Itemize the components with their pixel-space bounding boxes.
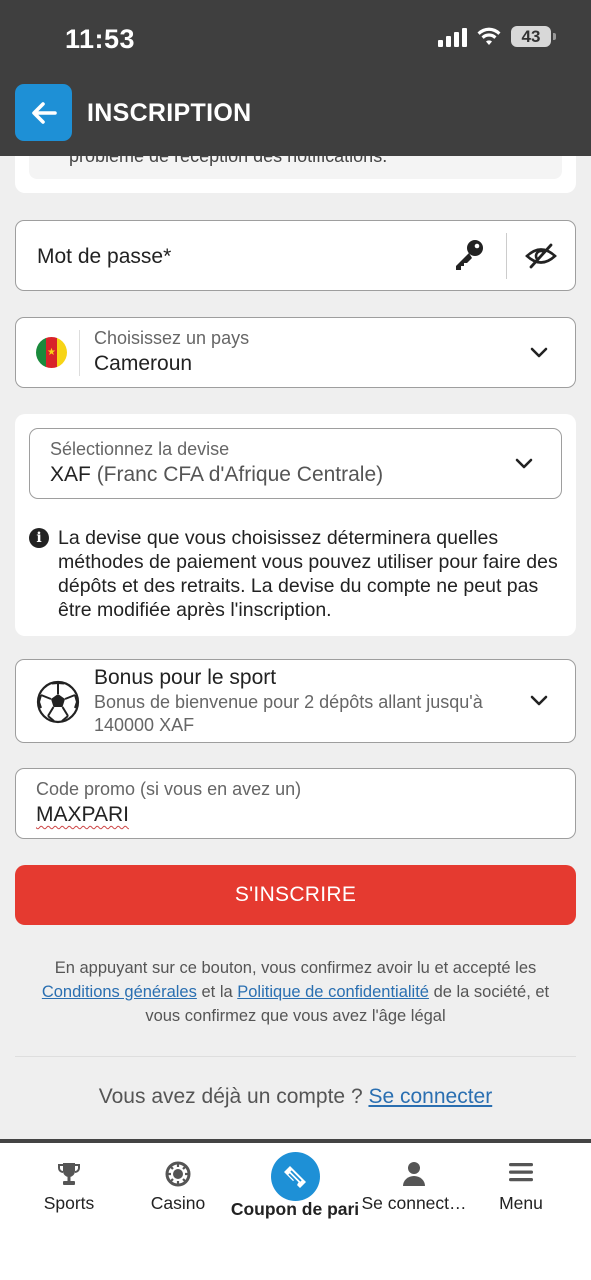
nav-login[interactable]: Se connect… xyxy=(361,1143,467,1243)
nav-menu[interactable]: Menu xyxy=(480,1143,562,1243)
legal-line: En appuyant sur ce bouton, vous confirme… xyxy=(54,959,537,977)
legal-line: de la société, et xyxy=(433,983,550,1001)
bonus-title: Bonus pour le sport xyxy=(94,666,277,689)
promo-label: Code promo (si vous en avez un) xyxy=(36,779,302,799)
login-prompt: Vous avez déjà un compte ? Se connecter xyxy=(0,1085,591,1109)
ticket-icon xyxy=(284,1165,306,1188)
currency-select[interactable]: Sélectionnez la devise XAF (Franc CFA d'… xyxy=(29,428,562,499)
nav-menu-label: Menu xyxy=(499,1193,543,1213)
legal-line: vous confirmez que vous avez l'âge légal xyxy=(145,1007,446,1025)
casino-chip-icon xyxy=(165,1161,191,1187)
notice-text: problème de réception des notifications. xyxy=(69,156,388,166)
nav-coupon[interactable]: Coupon de pari xyxy=(230,1143,360,1243)
country-label: Choisissez un pays xyxy=(94,328,250,348)
cameroon-flag-icon: ★ xyxy=(36,337,67,368)
privacy-link[interactable]: Politique de confidentialité xyxy=(237,983,429,1001)
chevron-down-icon xyxy=(530,347,548,358)
eye-hidden-icon[interactable] xyxy=(524,241,558,271)
nav-casino-label: Casino xyxy=(150,1193,206,1213)
country-value: Cameroun xyxy=(94,352,193,375)
hamburger-menu-icon xyxy=(509,1163,533,1182)
nav-login-label: Se connect… xyxy=(361,1193,467,1213)
coupon-badge xyxy=(270,1152,320,1201)
page-title: INSCRIPTION xyxy=(87,99,252,127)
nav-sports-label: Sports xyxy=(43,1193,95,1213)
nav-sports[interactable]: Sports xyxy=(28,1143,110,1243)
terms-link[interactable]: Conditions générales xyxy=(42,983,197,1001)
user-icon xyxy=(403,1162,425,1186)
field-divider xyxy=(79,330,80,376)
register-button[interactable]: S'INSCRIRE xyxy=(15,865,576,925)
nav-coupon-label: Coupon de pari xyxy=(230,1199,360,1219)
status-time: 11:53 xyxy=(65,24,136,54)
flag-stripe xyxy=(36,337,47,368)
info-icon: i xyxy=(29,528,49,548)
flag-stripe xyxy=(56,337,67,368)
nav-casino[interactable]: Casino xyxy=(137,1143,219,1243)
currency-info: i La devise que vous choisissez détermin… xyxy=(29,526,559,622)
chevron-down-icon xyxy=(515,458,533,469)
currency-card: Sélectionnez la devise XAF (Franc CFA d'… xyxy=(15,414,576,636)
bonus-amount: 140000 XAF xyxy=(94,715,195,735)
notification-notice-card: problème de réception des notifications. xyxy=(15,156,576,193)
back-button[interactable] xyxy=(15,84,72,141)
soccer-ball-icon xyxy=(36,680,80,724)
legal-line: et la xyxy=(201,983,233,1001)
currency-info-text: La devise que vous choisissez déterminer… xyxy=(58,527,558,621)
legal-text: En appuyant sur ce bouton, vous confirme… xyxy=(15,956,576,1028)
wifi-icon xyxy=(477,27,501,45)
login-question: Vous avez déjà un compte ? xyxy=(98,1085,363,1108)
promo-value: MAXPARI xyxy=(36,803,129,826)
bonus-description: Bonus de bienvenue pour 2 dépôts allant … xyxy=(94,692,483,712)
battery-icon: 43 xyxy=(511,26,556,47)
currency-name: (Franc CFA d'Afrique Centrale) xyxy=(96,463,384,486)
divider xyxy=(15,1056,576,1057)
password-placeholder: Mot de passe* xyxy=(37,245,172,268)
chevron-down-icon xyxy=(530,695,548,706)
field-divider xyxy=(506,233,507,279)
promo-code-field[interactable]: Code promo (si vous en avez un) MAXPARI xyxy=(15,768,576,839)
status-icons: 43 xyxy=(438,26,556,47)
bonus-select[interactable]: Bonus pour le sport Bonus de bienvenue p… xyxy=(15,659,576,743)
key-icon[interactable] xyxy=(452,238,486,272)
password-field[interactable]: Mot de passe* xyxy=(15,220,576,291)
currency-code: XAF xyxy=(50,463,91,486)
app-header: 11:53 43 INSCRIPTION xyxy=(0,0,591,156)
signal-icon xyxy=(438,27,467,47)
bottom-nav: Sports Casino Coupon de pari Se connect… xyxy=(0,1143,591,1280)
currency-label: Sélectionnez la devise xyxy=(50,439,230,459)
flag-stripe: ★ xyxy=(46,337,57,368)
country-select[interactable]: ★ Choisissez un pays Cameroun xyxy=(15,317,576,388)
arrow-left-icon xyxy=(31,101,57,124)
login-link[interactable]: Se connecter xyxy=(368,1085,492,1108)
registration-form: problème de réception des notifications.… xyxy=(0,156,591,1141)
trophy-icon xyxy=(58,1163,80,1185)
